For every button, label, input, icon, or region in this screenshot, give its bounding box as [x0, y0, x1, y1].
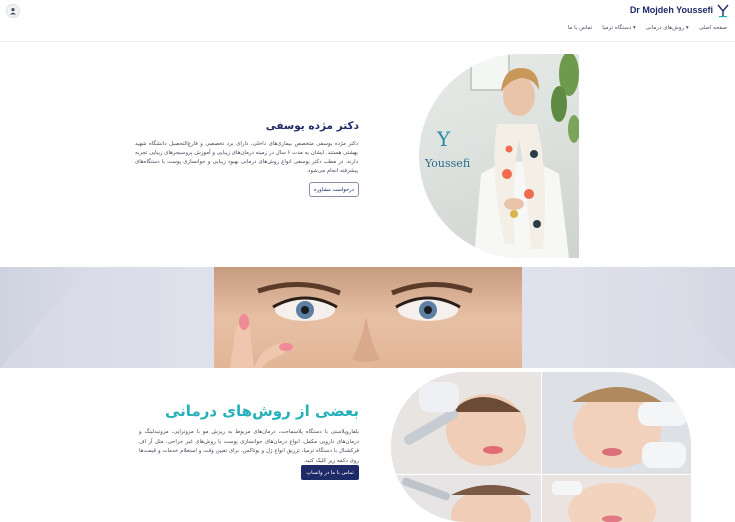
hero-title: دکتر مژده یوسفی — [265, 120, 359, 132]
photo-brand-text: Youssefi — [424, 157, 471, 170]
person-icon — [10, 8, 16, 15]
treatments-title: بعضی از روش‌های درمانی — [165, 402, 359, 420]
nav-item-treatments[interactable]: روش‌های درمانی ▾ — [646, 25, 689, 31]
main-nav: صفحه اصلی روش‌های درمانی ▾ دستگاه ترمیا … — [568, 25, 727, 31]
logo-text: Dr Mojdeh Youssefi — [629, 5, 713, 15]
site-header: Dr Mojdeh Youssefi صفحه اصلی روش‌های درم… — [0, 0, 735, 42]
collage-image-4 — [542, 475, 691, 522]
whatsapp-contact-button[interactable]: تماس با ما در واتساپ — [301, 465, 359, 480]
collage-image-3 — [391, 475, 541, 522]
collage-image-1 — [391, 372, 541, 474]
doctor-photo: Y Youssefi — [419, 54, 579, 258]
site-logo[interactable]: Dr Mojdeh Youssefi — [630, 2, 729, 18]
eyes-banner-image — [0, 267, 735, 368]
request-consultation-button[interactable]: درخواست مشاوره — [309, 182, 359, 197]
nav-item-device[interactable]: دستگاه ترمیا ▾ — [602, 25, 635, 31]
user-profile-icon[interactable] — [6, 4, 20, 18]
treatments-description: بلفاروپلاستی با دستگاه پلاسماجت، درمان‌ه… — [139, 429, 359, 464]
nav-item-contact[interactable]: تماس با ما — [568, 25, 592, 31]
svg-text:Y: Y — [436, 127, 451, 151]
treatments-collage — [391, 372, 691, 522]
nav-item-home[interactable]: صفحه اصلی — [699, 25, 727, 31]
collage-image-2 — [542, 372, 691, 474]
hero-description: دکتر مژده یوسفی متخصص بیماری‌های داخلی، … — [135, 141, 358, 174]
logo-mark-icon — [717, 3, 729, 18]
